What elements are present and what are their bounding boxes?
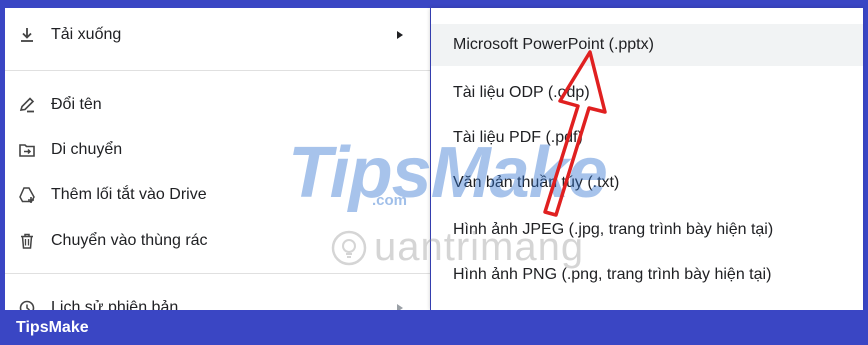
menu-divider <box>5 273 430 274</box>
watermark-site-text: uantrimang <box>374 225 585 269</box>
download-icon <box>17 25 37 45</box>
trash-icon <box>17 231 37 251</box>
menu-item-download[interactable]: Tải xuống <box>5 13 430 57</box>
menu-item-rename[interactable]: Đổi tên <box>5 83 430 127</box>
submenu-item-odp[interactable]: Tài liệu ODP (.odp) <box>431 72 863 114</box>
menu-item-label: Di chuyển <box>51 141 123 158</box>
tipsmake-watermark: TipsMake <box>288 133 608 213</box>
submenu-arrow-icon <box>397 31 403 39</box>
menu-item-label: Đổi tên <box>51 96 102 113</box>
move-icon <box>17 140 37 160</box>
rename-icon <box>17 95 37 115</box>
menu-item-label: Lịch sử phiên bản <box>51 299 179 310</box>
lightbulb-icon <box>331 230 367 265</box>
frame-top <box>0 0 868 8</box>
history-icon <box>17 298 37 310</box>
submenu-item-label: Tài liệu ODP (.odp) <box>453 84 590 101</box>
menu-item-version-history[interactable]: Lịch sử phiên bản <box>5 286 430 310</box>
frame-right <box>863 0 868 345</box>
quantrimang-watermark: uantrimang <box>330 225 584 270</box>
submenu-item-pptx[interactable]: Microsoft PowerPoint (.pptx) <box>431 24 863 66</box>
footer-bar: TipsMake <box>0 310 868 345</box>
watermark-domain: .com <box>372 192 408 209</box>
submenu-item-label: Microsoft PowerPoint (.pptx) <box>453 36 654 53</box>
menu-item-label: Chuyển vào thùng rác <box>51 232 208 249</box>
menu-divider <box>5 70 430 71</box>
menu-item-label: Thêm lối tắt vào Drive <box>51 186 207 203</box>
add-shortcut-icon <box>17 185 37 205</box>
menu-item-label: Tải xuống <box>51 26 122 43</box>
footer-brand: TipsMake <box>16 318 89 336</box>
